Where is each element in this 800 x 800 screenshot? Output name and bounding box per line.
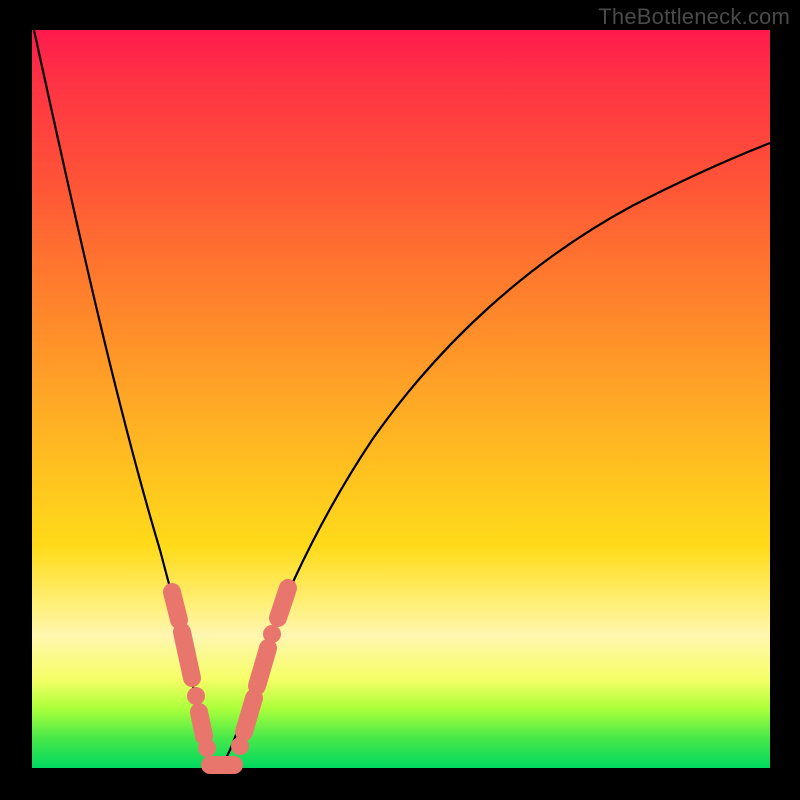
watermark-text: TheBottleneck.com <box>598 4 790 30</box>
salmon-bead <box>187 687 205 705</box>
chart-svg <box>32 30 770 768</box>
salmon-cluster-right <box>231 588 288 755</box>
chart-frame: TheBottleneck.com <box>0 0 800 800</box>
salmon-seg <box>278 588 288 618</box>
curve-right-branch <box>216 143 770 767</box>
plot-area <box>32 30 770 768</box>
salmon-seg <box>257 648 268 686</box>
salmon-seg <box>244 698 254 732</box>
salmon-cluster-left <box>172 592 216 757</box>
salmon-seg <box>172 592 179 620</box>
salmon-seg <box>182 632 192 678</box>
salmon-bead <box>198 739 216 757</box>
salmon-bead <box>263 625 281 643</box>
salmon-seg <box>199 712 204 736</box>
